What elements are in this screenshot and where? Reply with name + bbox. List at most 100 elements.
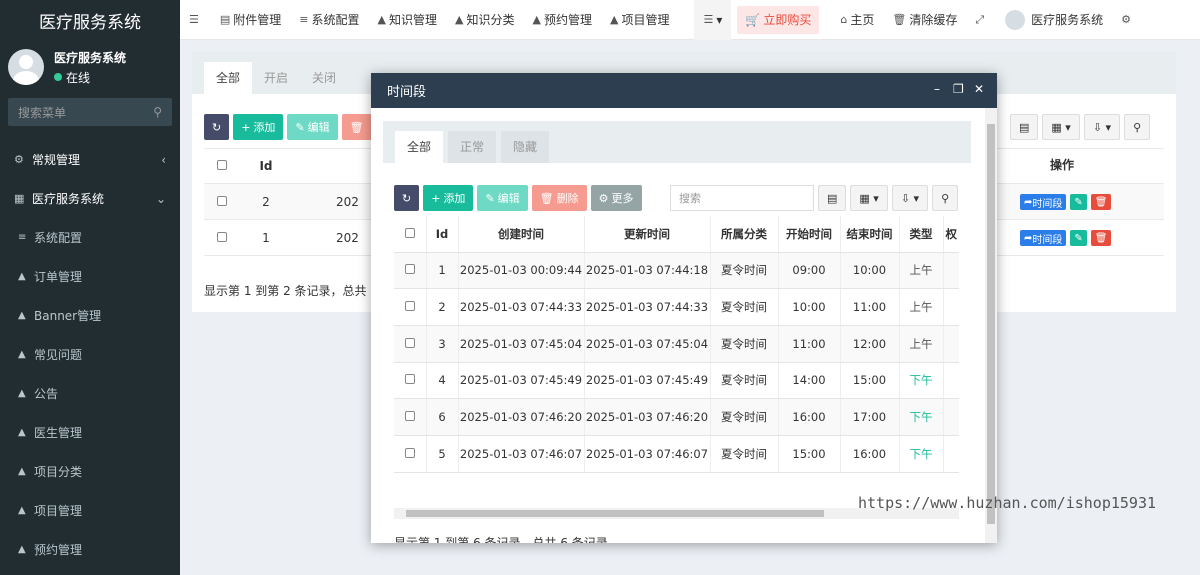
tab-enabled[interactable]: 开启 (252, 62, 300, 94)
row-checkbox[interactable] (404, 301, 415, 312)
buy-now-button[interactable]: 🛒 立即购买 (737, 5, 820, 34)
column-header-start[interactable]: 开始时间 (778, 216, 841, 253)
select-all-checkbox[interactable] (217, 160, 227, 170)
row-checkbox[interactable] (404, 411, 415, 422)
tab-disabled[interactable]: 关闭 (300, 62, 348, 94)
sitemap-icon: ▲ (18, 271, 26, 282)
export-button[interactable]: ⇩ ▾ (1083, 114, 1121, 140)
add-button[interactable]: + 添加 (233, 114, 284, 140)
chevron-left-icon: ‹ (161, 152, 166, 167)
sidebar-item-appointments[interactable]: ▲ 预约管理 (0, 530, 180, 569)
cogs-icon: ⚙ (14, 153, 24, 166)
row-edit-button[interactable]: ✎ (1070, 230, 1087, 246)
sidebar-item-project-category[interactable]: ▲ 项目分类 (0, 452, 180, 491)
column-header-end[interactable]: 结束时间 (840, 216, 900, 253)
fullscreen-button[interactable]: ⤢ (966, 0, 996, 40)
columns-button[interactable]: ▦ ▾ (1042, 114, 1080, 140)
toggle-view-button[interactable]: ▤ (1010, 114, 1039, 140)
column-header-created[interactable]: 创建时间 (458, 216, 585, 253)
grid-icon: ▦ ▾ (859, 191, 879, 205)
nav-knowledge-category[interactable]: ▲ 知识分类 (446, 0, 523, 40)
more-button[interactable]: ⚙ 更多 (590, 185, 642, 211)
column-header-id[interactable]: Id (240, 159, 292, 173)
row-delete-button[interactable]: 🗑 (1090, 230, 1112, 246)
row-edit-button[interactable]: ✎ (1070, 194, 1087, 210)
sidebar-group-general[interactable]: ⚙ 常规管理 ‹ (0, 140, 180, 179)
sidebar-item-faq[interactable]: ▲ 常见问题 (0, 335, 180, 374)
nav-home[interactable]: ⌂ 主页 (831, 0, 883, 40)
column-header-id[interactable]: Id (426, 216, 459, 253)
nav-clear-cache[interactable]: 🗑 清除缓存 (883, 0, 966, 40)
pencil-icon: ✎ (485, 191, 495, 205)
nav-more-dropdown[interactable]: ☰ ▾ (694, 0, 732, 40)
online-dot-icon (54, 73, 62, 81)
time-slot-button[interactable]: ➦ 时间段 (1020, 230, 1067, 246)
sidebar-item-notice[interactable]: ▲ 公告 (0, 374, 180, 413)
tab-normal[interactable]: 正常 (448, 131, 497, 163)
refresh-button[interactable]: ↻ (204, 114, 230, 140)
add-button[interactable]: + 添加 (423, 185, 474, 211)
columns-button[interactable]: ▦ ▾ (850, 185, 888, 211)
sitemap-icon: ▲ (18, 427, 26, 438)
toggle-view-button[interactable]: ▤ (818, 185, 847, 211)
edit-button[interactable]: ✎ 编辑 (287, 114, 338, 140)
row-checkbox[interactable] (217, 231, 227, 242)
time-slot-modal: 时间段 – ❐ ✕ 全部 正常 隐藏 ↻ + 添加 ✎ 编辑 🗑 删除 ⚙ 更多 搜索 … (371, 73, 997, 543)
nav-config[interactable]: ≡ 系统配置 (290, 0, 368, 40)
tab-hidden[interactable]: 隐藏 (501, 131, 550, 163)
export-button[interactable]: ⇩ ▾ (891, 185, 929, 211)
search-toggle-button[interactable]: ⚲ (1124, 114, 1151, 140)
sidebar-item-doctors[interactable]: ▲ 医生管理 (0, 413, 180, 452)
row-checkbox[interactable] (404, 447, 415, 458)
row-checkbox[interactable] (404, 264, 415, 275)
scrollbar-thumb[interactable] (987, 124, 995, 524)
select-all-checkbox[interactable] (404, 227, 415, 238)
settings-button[interactable]: ⚙ (1112, 0, 1143, 40)
menu-search-input[interactable]: 搜索菜单 ⚲ (8, 98, 172, 126)
row-delete-button[interactable]: 🗑 (1090, 194, 1112, 210)
nav-projects[interactable]: ▲ 项目管理 (601, 0, 678, 40)
sidebar-item-projects[interactable]: ▲ 项目管理 (0, 491, 180, 530)
column-header-category[interactable]: 所属分类 (710, 216, 779, 253)
time-slot-button[interactable]: ➦ 时间段 (1020, 194, 1067, 210)
sidebar-item-orders[interactable]: ▲ 订单管理 (0, 257, 180, 296)
user-name: 医疗服务系统 (54, 50, 127, 65)
chevron-down-icon: ⌄ (155, 191, 166, 206)
sidebar-item-config[interactable]: ≡ 系统配置 (0, 218, 180, 257)
column-header-type[interactable]: 类型 (899, 216, 944, 253)
app-logo[interactable]: 医疗服务系统 (0, 0, 180, 40)
delete-button[interactable]: 🗑 删除 (531, 185, 587, 211)
share-icon: ➦ (1024, 232, 1033, 244)
refresh-button[interactable]: ↻ (394, 185, 420, 211)
pencil-icon: ✎ (1074, 196, 1083, 208)
table-row: 3 2025-01-03 07:45:04 2025-01-03 07:45:0… (394, 325, 959, 363)
tab-all[interactable]: 全部 (395, 131, 444, 163)
table-icon: ▤ (827, 191, 838, 205)
column-header-updated[interactable]: 更新时间 (584, 216, 711, 253)
search-input[interactable]: 搜索 (670, 185, 814, 211)
nav-appointments[interactable]: ▲ 预约管理 (524, 0, 601, 40)
tab-all[interactable]: 全部 (204, 62, 253, 94)
sidebar-group-medical[interactable]: ▦ 医疗服务系统 ⌄ (0, 179, 180, 218)
sidebar-item-banner[interactable]: ▲ Banner管理 (0, 296, 180, 335)
nav-attachments[interactable]: ▤ 附件管理 (211, 0, 290, 40)
pencil-icon: ✎ (295, 120, 305, 134)
modal-header[interactable]: 时间段 – ❐ ✕ (371, 73, 997, 108)
pagination-info: 显示第 1 到第 2 条记录，总共 2 条 (204, 284, 394, 298)
nav-knowledge[interactable]: ▲ 知识管理 (369, 0, 446, 40)
scrollbar-thumb[interactable] (406, 510, 824, 517)
vertical-scrollbar[interactable] (985, 108, 997, 543)
search-toggle-button[interactable]: ⚲ (932, 185, 959, 211)
user-menu[interactable]: 医疗服务系统 (996, 0, 1112, 40)
row-checkbox[interactable] (404, 337, 415, 348)
row-checkbox[interactable] (404, 374, 415, 385)
column-header-weight[interactable]: 权 (943, 216, 959, 253)
edit-button[interactable]: ✎ 编辑 (477, 185, 528, 211)
sitemap-icon: ▲ (18, 310, 26, 321)
minimize-icon[interactable]: – (934, 82, 940, 96)
close-icon[interactable]: ✕ (974, 82, 984, 96)
maximize-icon[interactable]: ❐ (953, 82, 964, 96)
sidebar-toggle[interactable]: ☰ (180, 0, 211, 40)
delete-button[interactable]: 🗑 (341, 114, 372, 140)
row-checkbox[interactable] (217, 195, 227, 206)
